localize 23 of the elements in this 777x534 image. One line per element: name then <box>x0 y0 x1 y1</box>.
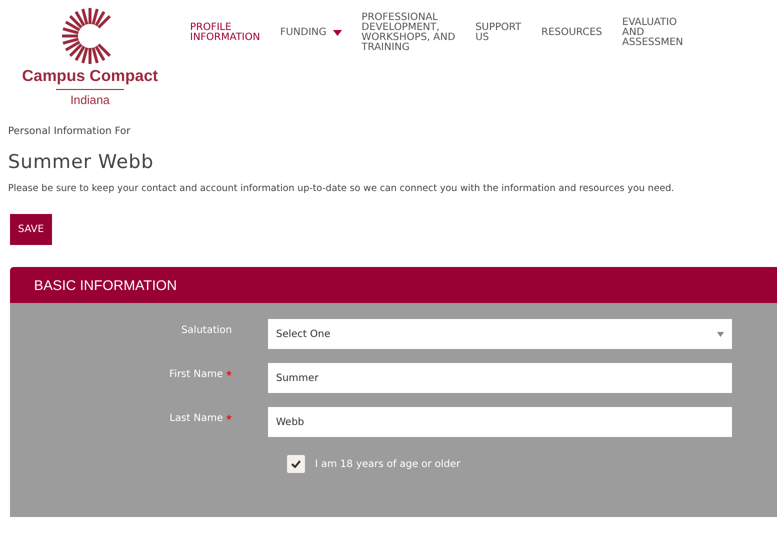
nav-link[interactable]: SUPPORT US <box>465 8 532 58</box>
nav-link[interactable]: RESOURCES <box>531 8 612 58</box>
nav-link[interactable]: EVALUATIO AND ASSESSMEN <box>612 8 694 58</box>
nav-link[interactable]: PROFILE INFORMATION <box>190 8 270 58</box>
dropdown-arrow-icon <box>717 332 724 336</box>
text-input-field[interactable]: Webb <box>268 407 732 437</box>
checkbox-label: I am 18 years of age or older <box>315 458 460 470</box>
field-label: Salutation <box>181 326 232 336</box>
text-input-field[interactable]: Summer <box>268 363 732 393</box>
save-button[interactable]: SAVE <box>10 214 52 245</box>
field-label: First Name <box>169 370 223 380</box>
nav-link[interactable]: FUNDING <box>270 8 352 58</box>
section-header: BASIC INFORMATION <box>10 267 777 303</box>
salutation-dropdown[interactable]: Select One <box>268 319 732 349</box>
logo-text: Campus Compact <box>22 68 158 86</box>
age-checkbox[interactable] <box>287 455 305 473</box>
heading-label: Personal Information For <box>8 126 132 137</box>
intro-text: Please be sure to keep your contact and account information up-to-date so we can connect you with the information and resources you need. <box>8 183 676 194</box>
person-name: Summer Webb <box>8 151 155 173</box>
nav-link[interactable]: PROFESSIONAL DEVELOPMENT, WORKSHOPS, AND TRAINING <box>352 8 466 58</box>
checkmark-icon <box>291 460 301 468</box>
field-label: Last Name <box>169 414 223 424</box>
logo-subtitle: Indiana <box>56 89 124 107</box>
